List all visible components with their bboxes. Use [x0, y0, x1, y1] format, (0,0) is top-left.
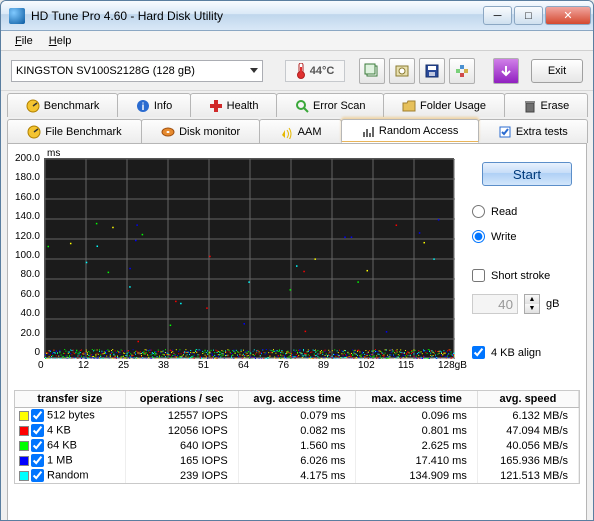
row-checkbox[interactable] — [31, 439, 44, 452]
tab-error-scan[interactable]: Error Scan — [276, 93, 384, 117]
results-table: transfer sizeoperations / secavg. access… — [14, 390, 580, 484]
menu-file[interactable]: File — [7, 33, 41, 49]
chart-area: ms 020.040.060.080.0100.0120.0140.0160.0… — [14, 150, 462, 384]
maximize-button[interactable]: □ — [514, 6, 543, 25]
svg-text:i: i — [141, 102, 144, 113]
write-label: Write — [491, 231, 516, 243]
tab-icon — [523, 99, 537, 113]
tab-random-access[interactable]: Random Access — [341, 119, 479, 143]
window-title: HD Tune Pro 4.60 - Hard Disk Utility — [31, 9, 483, 23]
tab-disk-monitor[interactable]: Disk monitor — [141, 119, 261, 143]
stroke-value-input — [472, 294, 518, 314]
table-row: 512 bytes12557 IOPS0.079 ms0.096 ms6.132… — [15, 408, 579, 424]
short-stroke-label: Short stroke — [491, 270, 550, 282]
read-label: Read — [491, 206, 517, 218]
tab-file-benchmark[interactable]: File Benchmark — [7, 119, 142, 143]
exit-button[interactable]: Exit — [531, 59, 583, 83]
align-label: 4 KB align — [491, 347, 541, 359]
tab-row-1: BenchmarkiInfoHealthError ScanFolder Usa… — [1, 91, 593, 117]
menubar: File Help — [1, 31, 593, 51]
save-button[interactable] — [419, 58, 445, 84]
tab-row-2: File BenchmarkDisk monitorAAMRandom Acce… — [1, 117, 593, 143]
row-checkbox[interactable] — [31, 469, 44, 482]
menu-help[interactable]: Help — [41, 33, 80, 49]
tab-icon — [161, 125, 175, 139]
tab-icon — [209, 99, 223, 113]
minimize-button[interactable]: ─ — [483, 6, 512, 25]
y-axis-ticks: 020.040.060.080.0100.0120.0140.0160.0180… — [14, 158, 42, 360]
app-window: HD Tune Pro 4.60 - Hard Disk Utility ─ □… — [0, 0, 594, 521]
tab-erase[interactable]: Erase — [504, 93, 588, 117]
drive-selector[interactable]: KINGSTON SV100S2128G (128 gB) — [11, 60, 263, 82]
dropdown-arrow-icon — [250, 68, 258, 73]
row-checkbox[interactable] — [31, 409, 44, 422]
tab-health[interactable]: Health — [190, 93, 277, 117]
settings-button[interactable] — [449, 58, 475, 84]
close-button[interactable]: ✕ — [545, 6, 591, 25]
tab-benchmark[interactable]: Benchmark — [7, 93, 118, 117]
table-row: Random239 IOPS4.175 ms134.909 ms121.513 … — [15, 468, 579, 483]
table-row: 64 KB640 IOPS1.560 ms2.625 ms40.056 MB/s — [15, 438, 579, 453]
tab-extra-tests[interactable]: Extra tests — [478, 119, 588, 143]
tab-icon — [295, 99, 309, 113]
align-checkbox[interactable] — [472, 346, 485, 359]
side-panel: Start Read Write Short stroke ▲▼ gB 4 KB… — [462, 150, 580, 384]
tab-icon — [361, 124, 375, 138]
row-checkbox[interactable] — [31, 454, 44, 467]
titlebar[interactable]: HD Tune Pro 4.60 - Hard Disk Utility ─ □… — [1, 1, 593, 31]
toolbar: KINGSTON SV100S2128G (128 gB) 44°C Exit — [1, 51, 593, 91]
drive-selector-text: KINGSTON SV100S2128G (128 gB) — [16, 65, 195, 77]
table-row: 4 KB12056 IOPS0.082 ms0.801 ms47.094 MB/… — [15, 423, 579, 438]
tab-content: ms 020.040.060.080.0100.0120.0140.0160.0… — [7, 143, 587, 521]
short-stroke-checkbox[interactable] — [472, 269, 485, 282]
tab-folder-usage[interactable]: Folder Usage — [383, 93, 505, 117]
stroke-unit: gB — [546, 298, 559, 310]
refresh-button[interactable] — [493, 58, 519, 84]
thermometer-icon — [296, 63, 306, 79]
write-radio[interactable] — [472, 230, 485, 243]
scatter-plot — [44, 158, 454, 358]
tab-icon — [280, 125, 294, 139]
app-icon — [9, 8, 25, 24]
table-row: 1 MB165 IOPS6.026 ms17.410 ms165.936 MB/… — [15, 453, 579, 468]
tab-aam[interactable]: AAM — [259, 119, 341, 143]
temperature-value: 44°C — [310, 65, 335, 77]
tab-info[interactable]: iInfo — [117, 93, 191, 117]
start-button[interactable]: Start — [482, 162, 572, 186]
tab-icon — [402, 99, 416, 113]
read-radio[interactable] — [472, 205, 485, 218]
stroke-spinner[interactable]: ▲▼ — [524, 294, 540, 314]
temperature-display: 44°C — [285, 60, 345, 82]
tab-icon: i — [136, 99, 150, 113]
tab-icon — [498, 125, 512, 139]
tab-icon — [26, 99, 40, 113]
copy-info-button[interactable] — [359, 58, 385, 84]
row-checkbox[interactable] — [31, 424, 44, 437]
screenshot-button[interactable] — [389, 58, 415, 84]
tab-icon — [27, 125, 41, 139]
